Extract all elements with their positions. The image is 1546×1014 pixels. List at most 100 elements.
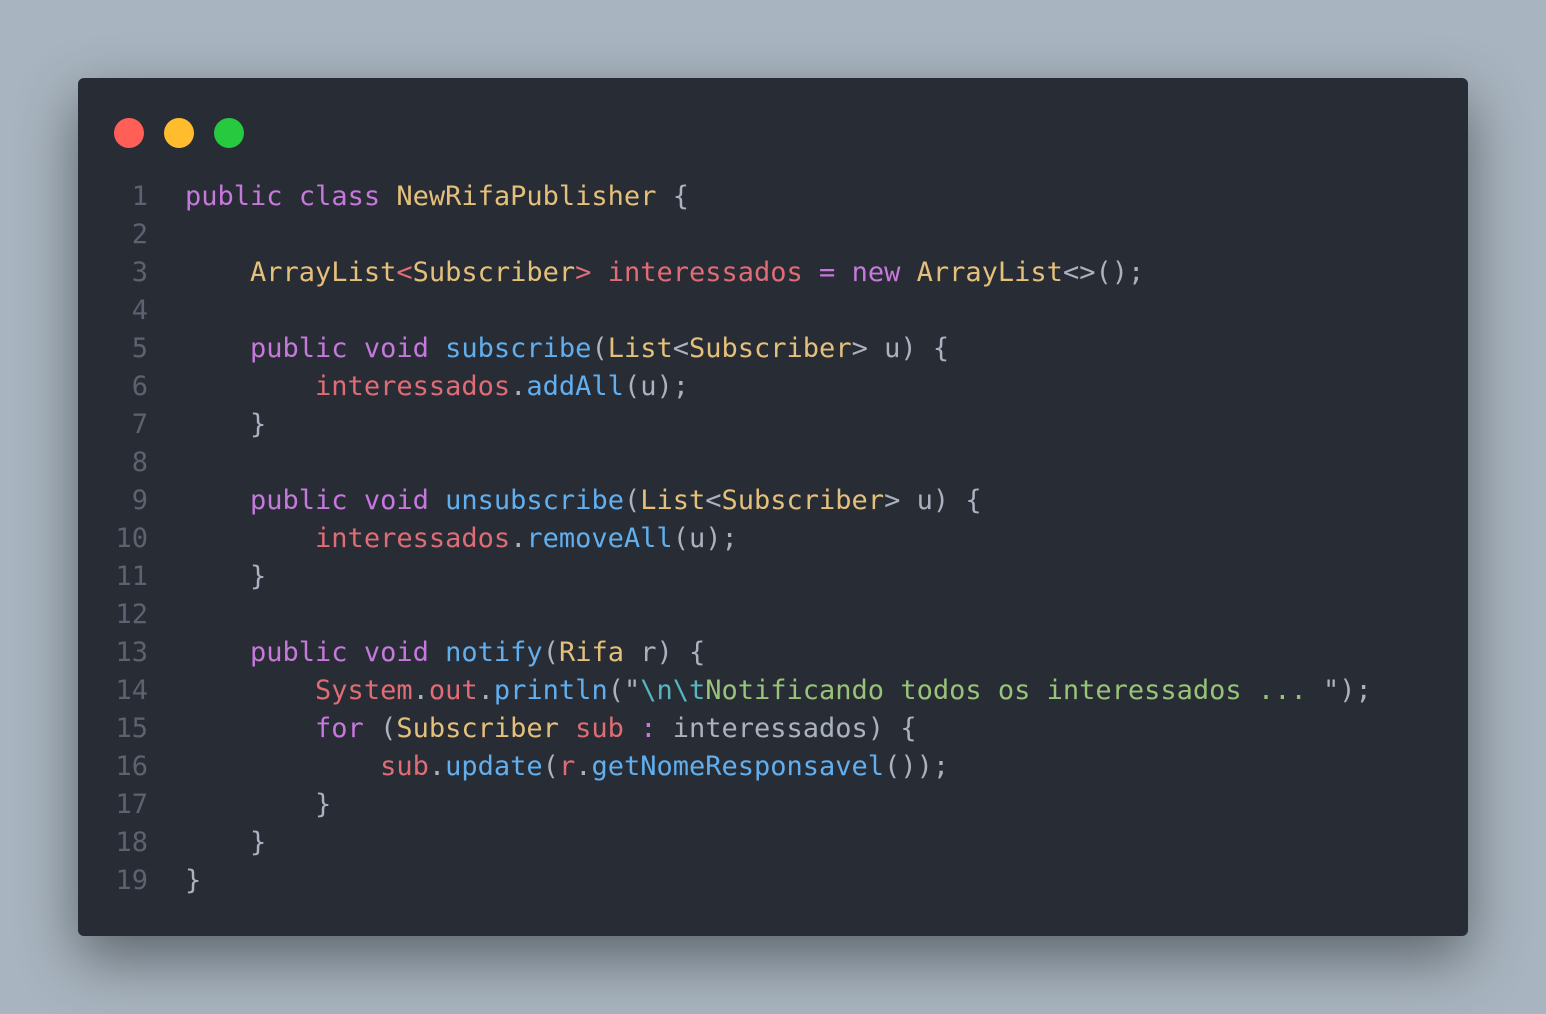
line-source: } (148, 824, 266, 862)
code-token: < (705, 485, 722, 516)
code-token: Subscriber (396, 713, 559, 744)
line-number: 14 (115, 675, 148, 706)
code-token: < (396, 257, 413, 288)
code-token: interessados (315, 523, 511, 554)
code-token: Subscriber (412, 257, 576, 288)
code-line: 10 interessados.removeAll(u); (78, 520, 1468, 558)
line-number: 4 (131, 295, 148, 326)
maximize-dot-icon[interactable] (214, 118, 244, 148)
line-source: public void notify(Rifa r) { (148, 634, 705, 672)
code-block: 1 public class NewRifaPublisher {2 3 Array… (78, 178, 1468, 900)
line-source: public void subscribe(List<Subscriber> u… (148, 330, 949, 368)
code-token: sub (380, 751, 429, 782)
line-source: interessados.addAll(u); (148, 368, 689, 406)
code-token: println (493, 675, 608, 706)
code-token: Subscriber (721, 485, 885, 516)
code-line: 13 public void notify(Rifa r) { (78, 634, 1468, 672)
code-token: ( (591, 333, 608, 364)
line-number: 17 (115, 789, 148, 820)
code-token: interessados (315, 371, 511, 402)
code-token: : (640, 713, 657, 744)
code-line: 5 public void subscribe(List<Subscriber>… (78, 330, 1468, 368)
line-source: } (148, 786, 331, 824)
line-number: 7 (131, 409, 148, 440)
code-line: 11 } (78, 558, 1468, 596)
code-token: public (250, 485, 348, 516)
line-source: } (148, 558, 266, 596)
code-token: . (510, 371, 527, 402)
code-line: 14 System.out.println("\n\tNotificando t… (78, 672, 1468, 710)
code-token: public (185, 181, 283, 212)
code-token: . (412, 675, 429, 706)
window-controls (114, 118, 244, 148)
code-token: out (428, 675, 478, 706)
code-token: NewRifaPublisher (396, 181, 657, 212)
code-token: (" (607, 675, 641, 706)
close-dot-icon[interactable] (114, 118, 144, 148)
code-line: 19} (78, 862, 1468, 900)
code-token: interessados (607, 257, 803, 288)
code-token: class (298, 181, 381, 212)
line-source: interessados.removeAll(u); (148, 520, 738, 558)
line-number: 18 (115, 827, 148, 858)
line-source: public void unsubscribe(List<Subscriber>… (148, 482, 982, 520)
code-token: public (250, 333, 348, 364)
line-source: ArrayList<Subscriber> interessados = new… (148, 254, 1144, 292)
code-line: 6 interessados.addAll(u); (78, 368, 1468, 406)
code-line: 2 (78, 216, 1468, 254)
line-source: sub.update(r.getNomeResponsavel()); (148, 748, 949, 786)
code-token: removeAll (526, 523, 673, 554)
code-token: } (185, 865, 202, 896)
line-source: public class NewRifaPublisher { (148, 178, 689, 216)
code-token: < (672, 333, 690, 364)
code-token: List (640, 485, 706, 516)
code-token: . (575, 751, 592, 782)
code-token: } (185, 561, 267, 592)
code-line: 7 } (78, 406, 1468, 444)
code-line: 18 } (78, 824, 1468, 862)
line-source: } (148, 406, 266, 444)
line-source: for (Subscriber sub : interessados) { (148, 710, 917, 748)
code-line: 9 public void unsubscribe(List<Subscribe… (78, 482, 1468, 520)
line-number: 13 (115, 637, 148, 668)
code-token: > u) { (851, 333, 950, 364)
line-number: 15 (115, 713, 148, 744)
code-token: > u) { (884, 485, 982, 516)
line-number: 16 (115, 751, 148, 782)
line-number: 11 (115, 561, 148, 592)
code-token: addAll (526, 371, 624, 402)
minimize-dot-icon[interactable] (164, 118, 194, 148)
code-line: 12 (78, 596, 1468, 634)
code-token: void (363, 485, 429, 516)
code-token: <>(); (1062, 257, 1145, 288)
code-line: 8 (78, 444, 1468, 482)
line-number: 3 (131, 257, 148, 288)
code-token: { (656, 181, 689, 212)
line-number: 19 (115, 865, 148, 896)
code-token: update (445, 751, 543, 782)
code-token: > (575, 257, 592, 288)
code-token: public (250, 637, 348, 668)
line-source (148, 444, 185, 482)
code-token: ArrayList (916, 257, 1063, 288)
code-token: ( (542, 751, 559, 782)
code-line: 3 ArrayList<Subscriber> interessados = n… (78, 254, 1468, 292)
code-token: (u); (672, 523, 738, 554)
code-line: 1 public class NewRifaPublisher { (78, 178, 1468, 216)
code-token: } (185, 409, 267, 440)
